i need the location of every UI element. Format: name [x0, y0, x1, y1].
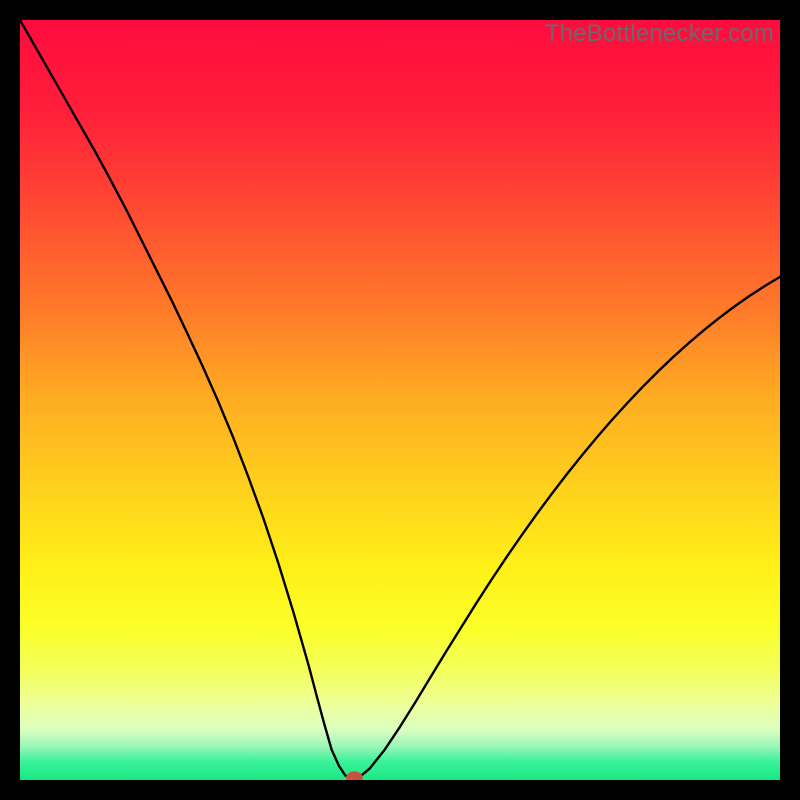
- chart-frame: TheBottlenecker.com: [20, 20, 780, 780]
- watermark-text: TheBottlenecker.com: [545, 20, 774, 48]
- bottleneck-chart: [20, 20, 780, 780]
- chart-background: [20, 20, 780, 780]
